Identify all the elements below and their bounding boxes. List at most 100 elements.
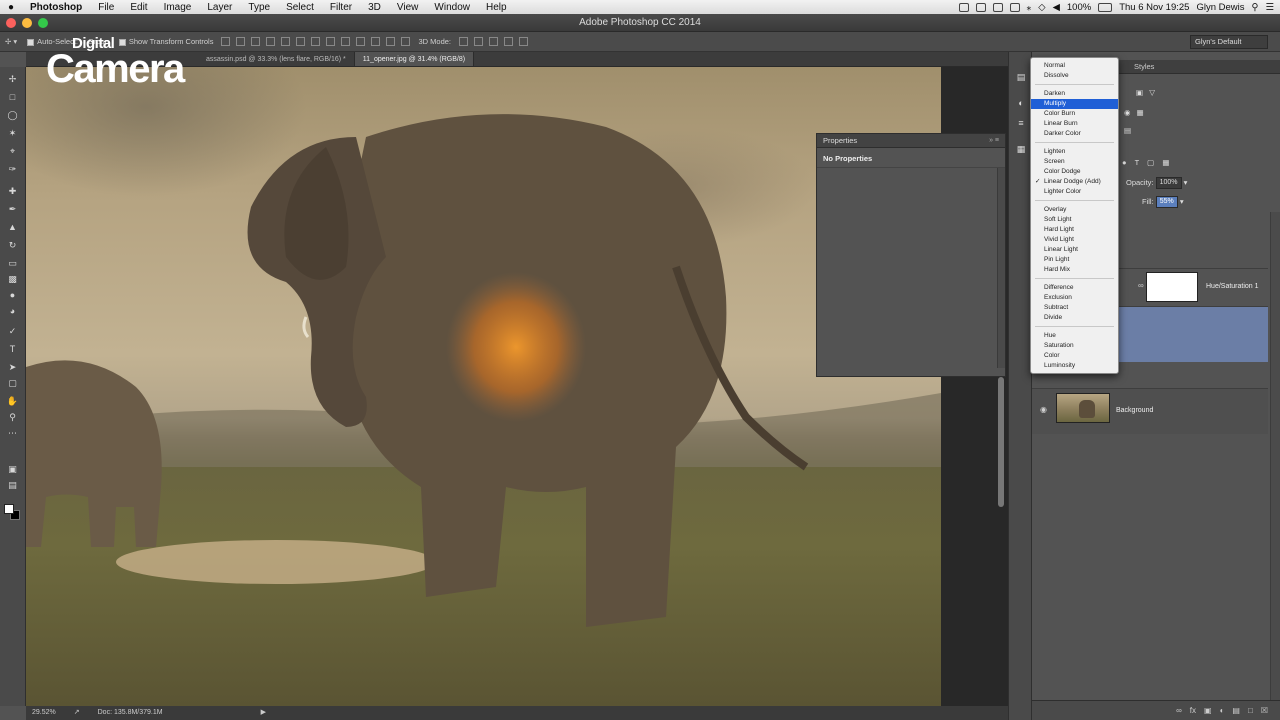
menu-view[interactable]: View [389, 2, 427, 13]
blend-mode-item[interactable]: Dissolve [1031, 71, 1118, 81]
visibility-eye-icon[interactable]: ◉ [1040, 405, 1047, 414]
blend-mode-item[interactable]: Soft Light [1031, 215, 1118, 225]
hue-saturation-icon[interactable]: ▣ [1136, 88, 1143, 97]
distribute-left-icon[interactable] [356, 37, 366, 46]
zoom-tool-icon[interactable]: ⚲ [6, 411, 19, 423]
distribute-hcenter-icon[interactable] [371, 37, 381, 46]
background-layer-thumbnail[interactable] [1056, 393, 1110, 423]
blend-mode-item[interactable]: Darken [1031, 89, 1118, 99]
menu-type[interactable]: Type [240, 2, 278, 13]
clock-datetime[interactable]: Thu 6 Nov 19:25 [1119, 2, 1189, 13]
blend-mode-item[interactable]: Hue [1031, 331, 1118, 341]
layer-style-fx-icon[interactable]: fx [1190, 706, 1196, 715]
3d-slide-icon[interactable] [504, 37, 514, 46]
brush-tool-icon[interactable]: ✒ [6, 203, 19, 215]
align-left-icon[interactable] [266, 37, 276, 46]
zoom-level[interactable]: 29.52% [32, 706, 56, 720]
show-transform-checkbox[interactable] [118, 38, 126, 46]
menu-filter[interactable]: Filter [322, 2, 360, 13]
blend-mode-item[interactable]: Subtract [1031, 303, 1118, 313]
fill-input[interactable]: 55% [1155, 196, 1178, 208]
clock-icon[interactable] [1009, 2, 1020, 12]
apple-menu-icon[interactable]: ● [0, 2, 22, 13]
link-layers-icon[interactable]: ∞ [1176, 706, 1182, 715]
blend-mode-item[interactable]: Lighten [1031, 147, 1118, 157]
auto-select-dropdown[interactable]: Group [83, 37, 114, 46]
battery-percent[interactable]: 100% [1067, 2, 1091, 13]
menu-image[interactable]: Image [156, 2, 200, 13]
distribute-vcenter-icon[interactable] [326, 37, 336, 46]
new-group-icon[interactable]: ▤ [1232, 706, 1240, 715]
blend-mode-item[interactable]: Saturation [1031, 341, 1118, 351]
align-bottom-icon[interactable] [251, 37, 261, 46]
new-layer-icon[interactable]: □ [1248, 706, 1253, 715]
fill-dropdown-icon[interactable]: ▾ [1180, 197, 1184, 206]
delete-layer-icon[interactable]: ☒ [1261, 706, 1268, 715]
vertical-scrollbar[interactable] [998, 377, 1004, 507]
distribute-top-icon[interactable] [311, 37, 321, 46]
screen-mode-icon[interactable]: ▤ [6, 479, 19, 491]
opacity-dropdown-icon[interactable]: ▾ [1184, 178, 1188, 187]
shape-tool-icon[interactable]: ▢ [6, 377, 19, 389]
blend-mode-item[interactable]: Multiply [1031, 99, 1118, 109]
menu-edit[interactable]: Edit [122, 2, 155, 13]
auto-select-checkbox[interactable] [27, 38, 35, 46]
zoom-window-button[interactable] [38, 18, 48, 28]
distribute-bottom-icon[interactable] [341, 37, 351, 46]
filter-icon[interactable]: ▽ [1149, 88, 1155, 97]
layers-scrollbar[interactable] [1270, 212, 1280, 700]
user-name[interactable]: Glyn Dewis [1196, 2, 1244, 13]
3d-drag-icon[interactable] [489, 37, 499, 46]
blend-mode-item[interactable]: Luminosity [1031, 361, 1118, 371]
blend-mode-item[interactable]: Color Burn [1031, 109, 1118, 119]
hand-tool-icon[interactable]: ✋ [6, 395, 19, 407]
edit-toolbar-icon[interactable]: ⋯ [6, 427, 19, 439]
sync-icon[interactable] [992, 2, 1003, 12]
blend-mode-item[interactable]: Difference [1031, 283, 1118, 293]
eraser-tool-icon[interactable]: ▭ [6, 257, 19, 269]
layer-name-background[interactable]: Background [1116, 407, 1153, 414]
filter-pixel-icon[interactable]: ● [1122, 158, 1127, 167]
crop-tool-icon[interactable]: ⌖ [6, 145, 19, 157]
menu-file[interactable]: File [90, 2, 122, 13]
eyedropper-tool-icon[interactable]: ✑ [6, 163, 19, 175]
distribute-right-icon[interactable] [386, 37, 396, 46]
info-panel-icon[interactable]: ▦ [1015, 144, 1027, 155]
3d-scale-icon[interactable] [519, 37, 529, 46]
filter-smart-icon[interactable]: ▦ [1162, 158, 1169, 167]
spotlight-icon[interactable]: ⚲ [1252, 2, 1259, 13]
blend-mode-item[interactable]: Divide [1031, 313, 1118, 323]
new-adjustment-icon[interactable]: ◐ [1220, 706, 1225, 715]
blend-mode-item[interactable]: Lighter Color [1031, 187, 1118, 197]
close-window-button[interactable] [6, 18, 16, 28]
move-tool-preset-icon[interactable]: ✢ ▾ [0, 37, 22, 46]
minimize-window-button[interactable] [22, 18, 32, 28]
tab-styles[interactable]: Styles [1128, 60, 1160, 74]
elephant-photo[interactable] [26, 67, 941, 706]
layer-link-icon[interactable]: ∞ [1138, 281, 1144, 290]
workspace-switcher[interactable]: Glyn's Default [1190, 35, 1268, 49]
blend-mode-item[interactable]: Hard Light [1031, 225, 1118, 235]
quick-mask-icon[interactable]: ▣ [6, 463, 19, 475]
show-transform-option[interactable]: Show Transform Controls [114, 37, 219, 46]
menu-window[interactable]: Window [426, 2, 478, 13]
blend-mode-item[interactable]: Linear Burn [1031, 119, 1118, 129]
align-vcenter-icon[interactable] [236, 37, 246, 46]
blend-mode-item[interactable]: Exclusion [1031, 293, 1118, 303]
healing-brush-tool-icon[interactable]: ✚ [6, 185, 19, 197]
properties-title[interactable]: Properties [823, 136, 857, 145]
blend-mode-item[interactable]: Linear Light [1031, 245, 1118, 255]
blend-mode-item[interactable]: Color [1031, 351, 1118, 361]
volume-icon[interactable]: ◀ [1053, 2, 1060, 13]
type-tool-icon[interactable]: T [6, 343, 19, 355]
blend-mode-item[interactable]: Normal [1031, 61, 1118, 71]
blend-mode-item[interactable]: Vivid Light [1031, 235, 1118, 245]
menu-photoshop[interactable]: Photoshop [22, 2, 90, 13]
blend-mode-item[interactable]: Darker Color [1031, 129, 1118, 139]
layer-row-background[interactable]: ◉ Background [1032, 388, 1268, 434]
blend-mode-item[interactable]: Hard Mix [1031, 265, 1118, 275]
bluetooth-icon[interactable]: ⁎ [1027, 2, 1032, 13]
blur-tool-icon[interactable]: ● [6, 289, 19, 301]
lasso-tool-icon[interactable]: ◯ [6, 109, 19, 121]
menu-select[interactable]: Select [278, 2, 322, 13]
